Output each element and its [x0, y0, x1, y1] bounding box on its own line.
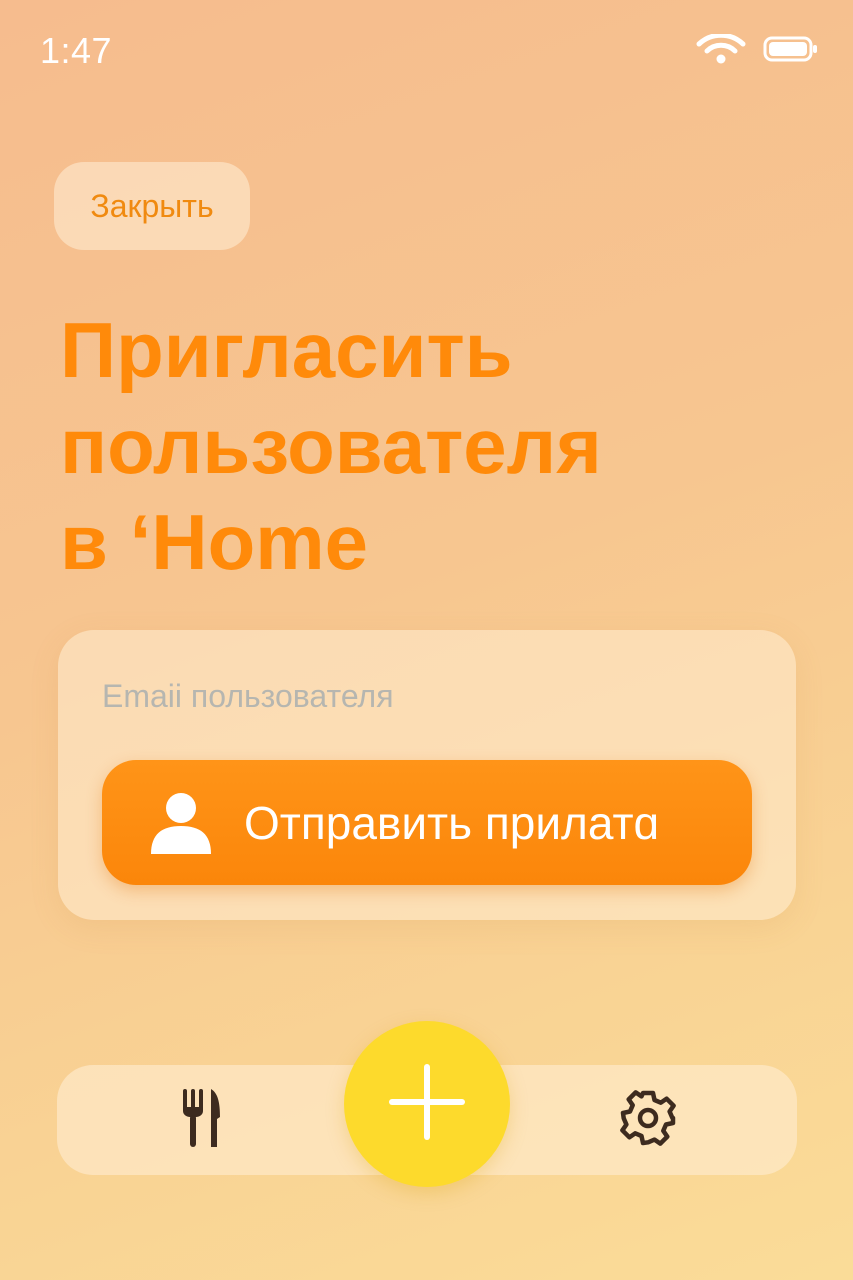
invite-card: Отправить прилатɑ	[58, 630, 796, 920]
page-title-line-3: в ‘Home	[60, 498, 369, 586]
person-icon	[148, 790, 214, 856]
wifi-icon	[695, 32, 747, 69]
gear-icon	[618, 1088, 678, 1153]
status-bar: 1:47	[0, 0, 853, 100]
email-input[interactable]	[102, 666, 742, 726]
battery-icon	[763, 36, 819, 67]
status-icons	[695, 32, 819, 69]
plus-icon	[387, 1062, 467, 1147]
close-button[interactable]: Закрыть	[54, 162, 250, 250]
close-button-label: Закрыть	[90, 187, 214, 224]
page-title-line-1: Пригласить	[60, 306, 513, 394]
send-invite-button[interactable]: Отправить прилатɑ	[102, 760, 752, 885]
fork-knife-icon	[180, 1087, 224, 1154]
tab-settings[interactable]	[613, 1087, 683, 1153]
page-title-line-2: пользователя	[60, 402, 602, 490]
send-invite-button-label: Отправить прилатɑ	[244, 796, 660, 849]
status-time: 1:47	[40, 30, 113, 71]
tab-food[interactable]	[167, 1087, 237, 1153]
page-title: Пригласить пользователя в ‘Home	[60, 302, 820, 590]
add-button[interactable]	[344, 1021, 510, 1187]
